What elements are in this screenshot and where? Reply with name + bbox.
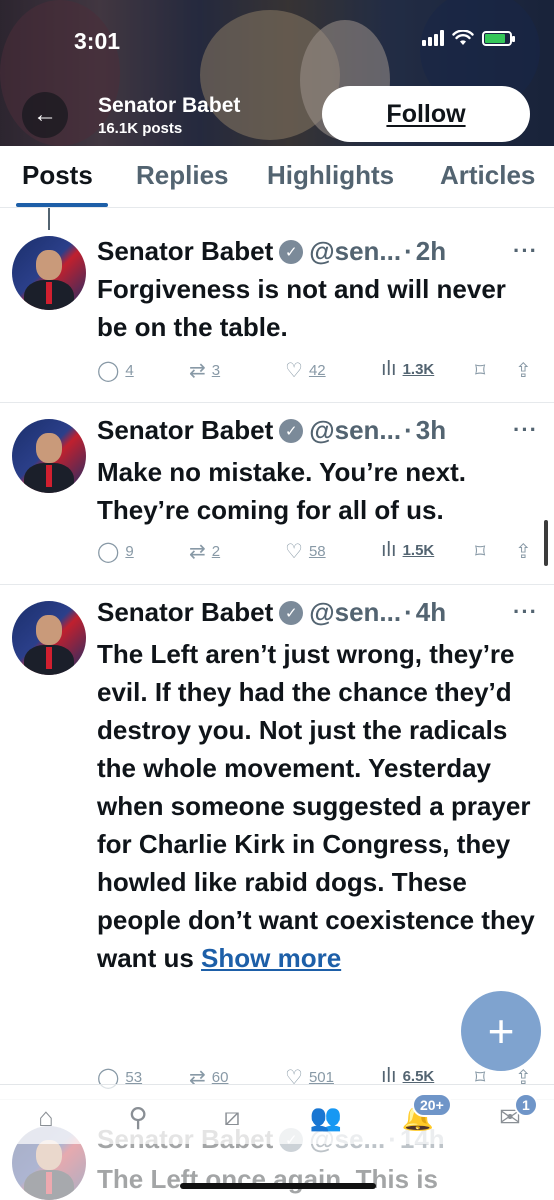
more-options-icon[interactable]: ···: [513, 599, 538, 625]
nav-home[interactable]: ⌂: [26, 1097, 66, 1137]
bookmark-button[interactable]: ⌑: [475, 539, 485, 564]
post[interactable]: Senator Babet ✓ @sen... · 2h ··· Forgive…: [0, 208, 554, 403]
like-button[interactable]: ♡ 42: [285, 358, 326, 383]
nav-communities[interactable]: 👥: [306, 1097, 346, 1137]
reply-icon: ◯: [97, 360, 120, 382]
tab-replies[interactable]: Replies: [136, 160, 229, 191]
bookmark-button[interactable]: ⌑: [475, 358, 485, 383]
repost-button[interactable]: ⇄ 2: [189, 539, 220, 564]
post-count: 16.1K posts: [98, 120, 183, 137]
share-button[interactable]: ⇪: [515, 358, 532, 383]
verified-icon: ✓: [279, 600, 304, 625]
signal-icon: [422, 30, 444, 46]
author-name[interactable]: Senator Babet: [97, 415, 273, 446]
author-handle[interactable]: @sen...: [309, 236, 401, 267]
home-indicator: [180, 1183, 376, 1189]
verified-icon: ✓: [279, 239, 304, 264]
post[interactable]: Senator Babet ✓ @sen... · 3h ··· Make no…: [0, 403, 554, 585]
share-icon: ⇪: [515, 541, 532, 563]
post-text-container: The Left aren’t just wrong, they’re evil…: [97, 635, 537, 977]
messages-badge: 1: [514, 1093, 538, 1117]
post-meta: Senator Babet ✓ @sen... · 4h: [97, 597, 446, 628]
status-time: 3:01: [74, 28, 121, 54]
bookmark-icon: ⌑: [475, 541, 486, 563]
author-handle[interactable]: @sen...: [309, 415, 401, 446]
wifi-icon: [452, 30, 474, 45]
profile-tabs: Posts Replies Highlights Articles: [0, 146, 554, 208]
status-icons: [422, 30, 515, 46]
reply-icon: ◯: [97, 541, 120, 563]
bookmark-icon: ⌑: [475, 360, 486, 382]
repost-icon: ⇄: [189, 541, 206, 563]
search-icon: ⚲: [128, 1101, 148, 1132]
separator-dot: ·: [404, 597, 413, 627]
grok-icon: ⧄: [223, 1101, 241, 1131]
verified-icon: ✓: [279, 418, 304, 443]
post-meta: Senator Babet ✓ @sen... · 3h: [97, 415, 446, 446]
avatar[interactable]: [12, 236, 86, 310]
battery-icon: [482, 30, 515, 46]
post-text: Forgiveness is not and will never be on …: [97, 274, 506, 342]
bottom-nav: ⌂ ⚲ ⧄ 👥 🔔 ✉ 20+ 1: [0, 1084, 554, 1144]
heart-icon: ♡: [285, 541, 303, 563]
post-actions: ◯ 9 ⇄ 2 ♡ 58 ılı 1.5K ⌑ ⇪: [97, 539, 537, 567]
nav-grok[interactable]: ⧄: [212, 1097, 252, 1137]
views-icon: ılı: [381, 539, 397, 561]
author-name[interactable]: Senator Babet: [97, 597, 273, 628]
nav-search[interactable]: ⚲: [118, 1097, 158, 1137]
active-tab-indicator: [16, 203, 108, 207]
share-icon: ⇪: [515, 360, 532, 382]
post-text: The Left once again. This is: [97, 1164, 438, 1194]
more-options-icon[interactable]: ···: [513, 238, 538, 264]
tab-posts[interactable]: Posts: [22, 160, 93, 191]
back-button[interactable]: ←: [22, 92, 68, 138]
post-time[interactable]: 3h: [416, 415, 446, 446]
post-meta: Senator Babet ✓ @sen... · 2h: [97, 236, 446, 267]
views-button[interactable]: ılı 1.3K: [381, 358, 434, 381]
tab-highlights[interactable]: Highlights: [267, 160, 394, 191]
author-handle[interactable]: @sen...: [309, 597, 401, 628]
profile-name: Senator Babet: [98, 94, 241, 117]
author-name[interactable]: Senator Babet: [97, 236, 273, 267]
repost-button[interactable]: ⇄ 3: [189, 358, 220, 383]
like-button[interactable]: ♡ 58: [285, 539, 326, 564]
views-icon: ılı: [381, 358, 397, 380]
scrollbar[interactable]: [544, 520, 548, 566]
repost-icon: ⇄: [189, 360, 206, 382]
post-text: Make no mistake. You’re next. They’re co…: [97, 457, 466, 525]
compose-button[interactable]: +: [461, 991, 541, 1071]
arrow-left-icon: ←: [33, 101, 57, 128]
reply-button[interactable]: ◯ 9: [97, 539, 134, 564]
home-icon: ⌂: [38, 1101, 54, 1132]
post-actions: ◯ 4 ⇄ 3 ♡ 42 ılı 1.3K ⌑ ⇪: [97, 358, 537, 386]
post-time[interactable]: 4h: [416, 597, 446, 628]
post-text: The Left aren’t just wrong, they’re evil…: [97, 639, 535, 973]
views-button[interactable]: ılı 1.5K: [381, 539, 434, 562]
follow-button[interactable]: Follow: [322, 86, 530, 142]
avatar[interactable]: [12, 419, 86, 493]
post-time[interactable]: 2h: [416, 236, 446, 267]
show-more-link[interactable]: Show more: [201, 943, 341, 973]
more-options-icon[interactable]: ···: [513, 417, 538, 443]
separator-dot: ·: [404, 415, 413, 445]
tab-articles[interactable]: Articles: [440, 160, 535, 191]
avatar[interactable]: [12, 601, 86, 675]
separator-dot: ·: [404, 236, 413, 266]
communities-icon: 👥: [309, 1101, 343, 1132]
notifications-badge: 20+: [412, 1093, 452, 1117]
share-button[interactable]: ⇪: [515, 539, 532, 564]
heart-icon: ♡: [285, 360, 303, 382]
reply-button[interactable]: ◯ 4: [97, 358, 134, 383]
